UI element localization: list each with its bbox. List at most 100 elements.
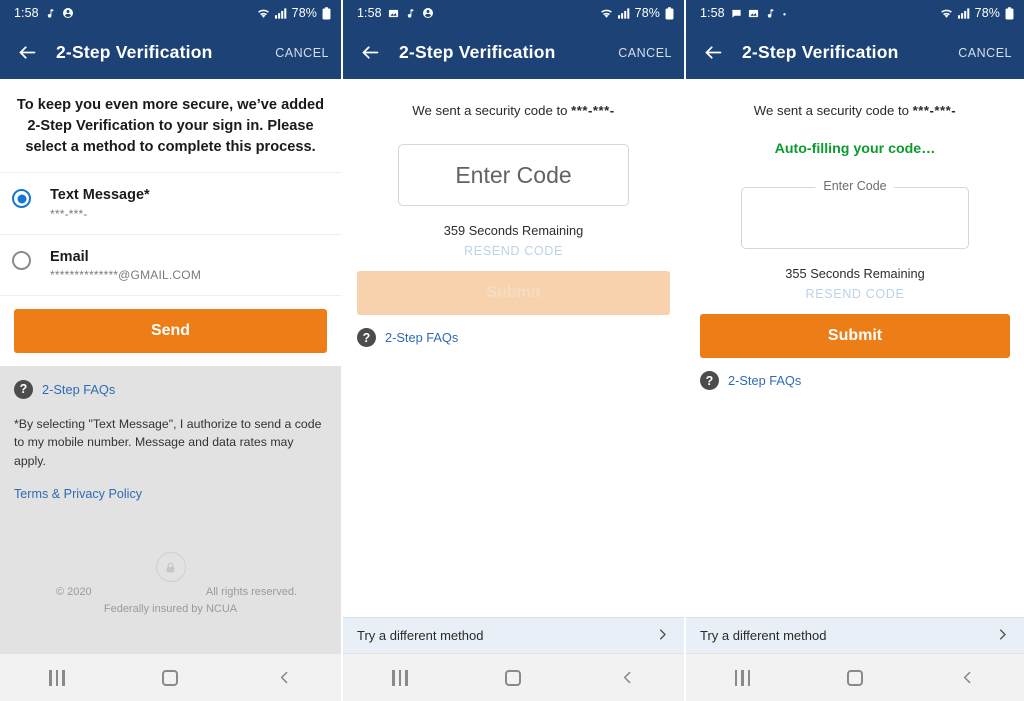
lock-icon	[155, 552, 186, 582]
android-nav-bar	[0, 653, 341, 701]
back-chevron-icon[interactable]	[941, 663, 995, 693]
status-bar: 1:58 78%	[0, 0, 341, 26]
method-title: Email	[50, 248, 89, 265]
status-bar-right: 78%	[940, 6, 1014, 20]
signal-bars-icon	[957, 7, 970, 19]
music-note-icon	[405, 8, 416, 19]
faq-link-row[interactable]: ? 2-Step FAQs	[14, 379, 327, 399]
three-panel-screenshot: 1:58 78% 2-Step Verification CANCEL To k…	[0, 0, 1024, 701]
copyright-text: © 2020	[56, 586, 92, 598]
app-bar: 2-Step Verification CANCEL	[0, 26, 341, 79]
faq-link-row[interactable]: ? 2-Step FAQs	[343, 328, 684, 347]
chevron-right-icon	[995, 627, 1010, 645]
account-circle-icon	[62, 7, 74, 19]
back-chevron-icon[interactable]	[600, 663, 654, 693]
radio-email[interactable]	[12, 250, 31, 270]
image-icon	[388, 8, 399, 19]
status-time: 1:58	[357, 6, 382, 20]
dot-icon	[782, 8, 787, 19]
app-bar: 2-Step Verification CANCEL	[343, 26, 684, 79]
method-option-text-message[interactable]: Text Message* ***-***-	[0, 173, 341, 235]
status-bar-right: 78%	[257, 6, 331, 20]
status-time: 1:58	[14, 6, 39, 20]
screen-body: We sent a security code to ***-***- Ente…	[343, 79, 684, 617]
image-icon	[748, 8, 759, 19]
try-different-method-bar[interactable]: Try a different method	[343, 617, 684, 653]
ncua-text: Federally insured by NCUA	[103, 603, 238, 615]
music-note-icon	[45, 8, 56, 19]
back-arrow-icon[interactable]	[700, 40, 726, 66]
disclaimer-text: *By selecting "Text Message", I authoriz…	[14, 416, 322, 468]
battery-icon	[1005, 6, 1014, 20]
app-bar: 2-Step Verification CANCEL	[686, 26, 1024, 79]
home-icon[interactable]	[143, 663, 197, 693]
message-bubble-icon	[731, 8, 742, 19]
method-option-email[interactable]: Email **************@GMAIL.COM	[0, 235, 341, 296]
status-bar-left: 1:58	[14, 6, 74, 20]
question-mark-icon: ?	[357, 328, 376, 347]
battery-icon	[322, 6, 331, 20]
music-note-icon	[765, 8, 776, 19]
cancel-button[interactable]: CANCEL	[275, 46, 329, 60]
faq-link[interactable]: 2-Step FAQs	[42, 382, 115, 397]
footer-line: © 2020 All rights reserved.	[14, 586, 327, 601]
chevron-right-icon	[655, 627, 670, 645]
resend-code-button[interactable]: RESEND CODE	[686, 287, 1024, 301]
sent-prefix: We sent a security code to	[412, 103, 572, 118]
code-input[interactable]: Enter Code	[398, 144, 629, 206]
faq-link[interactable]: 2-Step FAQs	[728, 373, 801, 388]
radio-text-message[interactable]	[12, 189, 31, 209]
sent-prefix: We sent a security code to	[753, 103, 913, 118]
info-panel: ? 2-Step FAQs *By selecting "Text Messag…	[0, 365, 341, 653]
footer-brand: © 2020 All rights reserved. Federally in…	[14, 552, 327, 653]
screen-body: To keep you even more secure, we’ve adde…	[0, 79, 341, 653]
terms-privacy-link[interactable]: Terms & Privacy Policy	[14, 487, 327, 501]
page-title: 2-Step Verification	[742, 42, 899, 62]
battery-percent: 78%	[974, 6, 1000, 20]
battery-percent: 78%	[291, 6, 317, 20]
back-arrow-icon[interactable]	[357, 40, 383, 66]
wifi-icon	[600, 8, 613, 19]
try-different-method-label: Try a different method	[357, 628, 484, 643]
code-input[interactable]	[741, 187, 969, 249]
method-labels: Email **************@GMAIL.COM	[50, 248, 201, 282]
faq-link[interactable]: 2-Step FAQs	[385, 330, 458, 345]
status-bar-left: 1:58	[700, 6, 787, 20]
account-circle-icon	[422, 7, 434, 19]
code-input-placeholder: Enter Code	[455, 161, 572, 188]
page-title: 2-Step Verification	[399, 42, 556, 62]
page-title: 2-Step Verification	[56, 42, 213, 62]
question-mark-icon: ?	[14, 379, 33, 399]
resend-code-button[interactable]: RESEND CODE	[343, 244, 684, 258]
home-icon[interactable]	[486, 663, 540, 693]
sent-code-message: We sent a security code to ***-***-	[686, 79, 1024, 118]
screen-method-select: 1:58 78% 2-Step Verification CANCEL To k…	[0, 0, 341, 701]
try-different-method-bar[interactable]: Try a different method	[686, 617, 1024, 653]
submit-button[interactable]: Submit	[700, 314, 1010, 358]
code-input-wrap: Enter Code	[686, 179, 1024, 249]
cancel-button[interactable]: CANCEL	[618, 46, 672, 60]
recents-icon[interactable]	[30, 663, 84, 693]
cancel-button[interactable]: CANCEL	[958, 46, 1012, 60]
home-icon[interactable]	[828, 663, 882, 693]
seconds-remaining: 359 Seconds Remaining	[443, 223, 584, 238]
method-list: Text Message* ***-***- Email ***********…	[0, 172, 341, 296]
rights-text: All rights reserved.	[205, 586, 297, 598]
intro-text: To keep you even more secure, we’ve adde…	[16, 97, 325, 156]
back-arrow-icon[interactable]	[14, 40, 40, 66]
submit-button[interactable]: Submit	[357, 271, 670, 315]
send-button[interactable]: Send	[14, 308, 327, 353]
back-chevron-icon[interactable]	[257, 663, 311, 693]
seconds-remaining: 355 Seconds Remaining	[785, 266, 925, 281]
faq-link-row[interactable]: ? 2-Step FAQs	[686, 371, 1024, 390]
recents-icon[interactable]	[373, 663, 427, 693]
autofill-status: Auto-filling your code…	[774, 141, 936, 157]
status-bar: 1:58 78%	[343, 0, 684, 26]
battery-percent: 78%	[634, 6, 660, 20]
screen-enter-code: 1:58 78% 2-Step Verification CANCEL We s…	[341, 0, 684, 701]
recents-icon[interactable]	[715, 663, 769, 693]
status-bar: 1:58 78%	[686, 0, 1024, 26]
method-labels: Text Message* ***-***-	[50, 186, 150, 220]
